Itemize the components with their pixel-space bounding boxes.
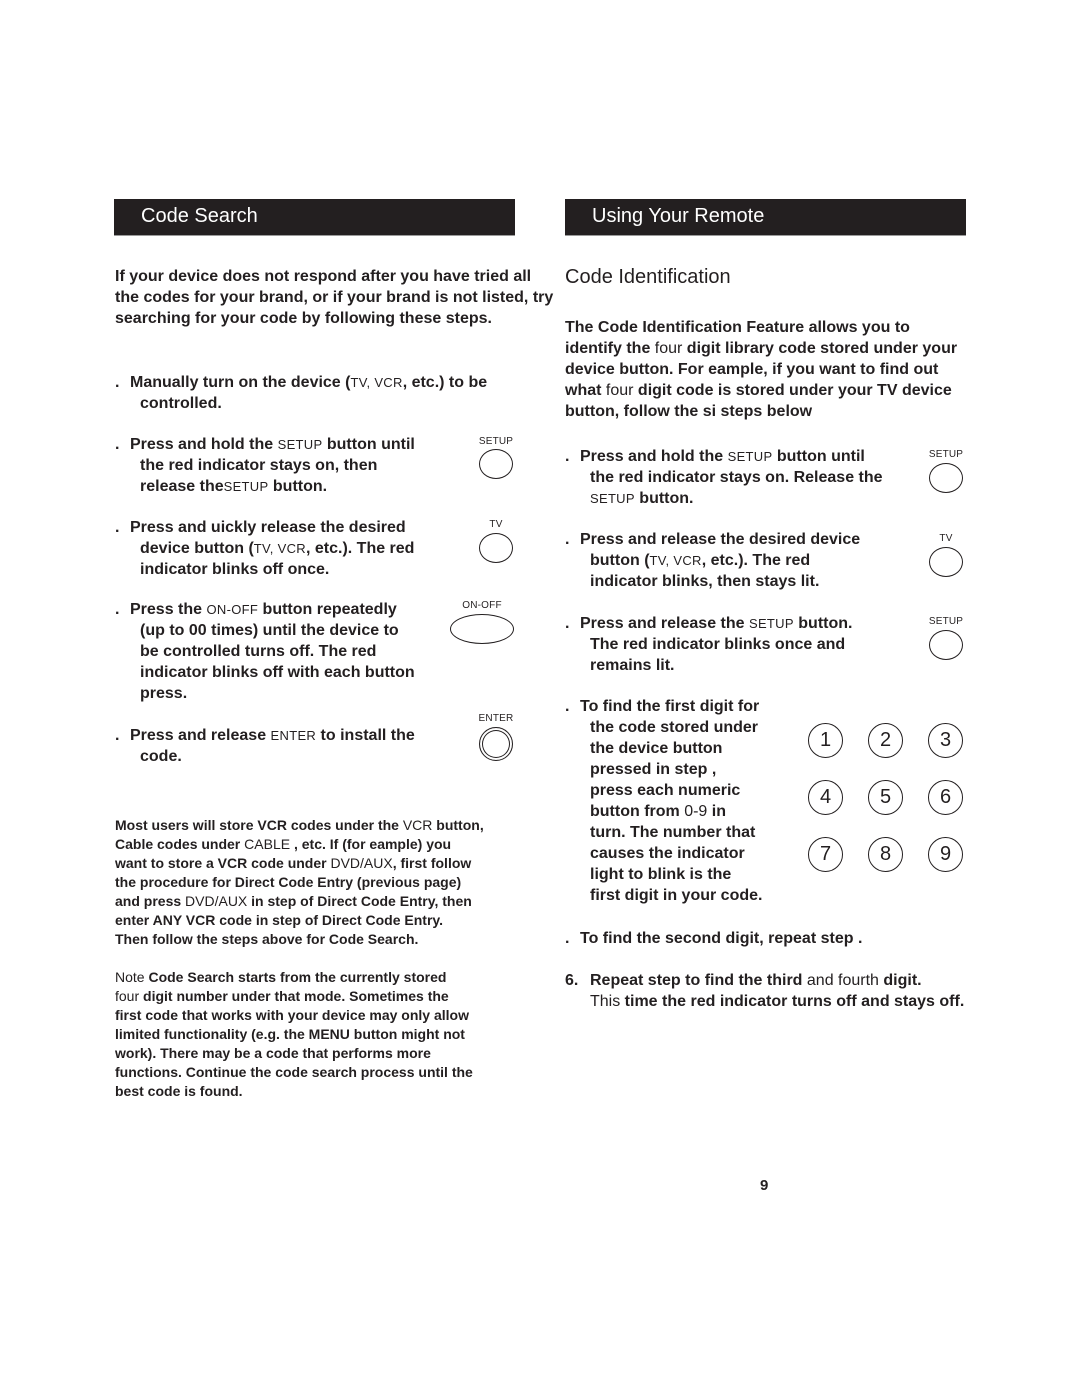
key-2-icon: 2 [868, 723, 903, 758]
on-off-button-illustration: ON-OFF [446, 600, 518, 644]
identify-step-6: 6. Repeat step to find the third and fou… [565, 972, 965, 1010]
identify-step-4: . To find the first digit for the code s… [565, 698, 763, 904]
key-4-icon: 4 [808, 780, 843, 815]
identify-step-1: . Press and hold the SETUP button until … [565, 448, 883, 507]
tv-button-illustration: TV [470, 519, 522, 563]
setup-button-icon [929, 463, 963, 493]
tv-button-icon [479, 533, 513, 563]
key-3-icon: 3 [928, 723, 963, 758]
setup-button-icon [929, 630, 963, 660]
search-step-1: . Manually turn on the device (TV, VCR, … [115, 374, 488, 412]
storage-paragraph: Most users will store VCR codes under th… [115, 817, 484, 947]
identify-step-2: . Press and release the desired device b… [565, 531, 861, 590]
key-1-icon: 1 [808, 723, 843, 758]
identify-step-3: . Press and release the SETUP button. Th… [565, 615, 853, 674]
tv-button-illustration: TV [920, 533, 972, 577]
identify-step-5: . To find the second digit, repeat step … [565, 930, 863, 947]
code-identification-heading: Code Identification [565, 266, 731, 288]
key-9-icon: 9 [928, 837, 963, 872]
code-identification-intro: The Code Identification Feature allows y… [565, 319, 958, 420]
enter-button-illustration: ENTER [470, 713, 522, 761]
key-6-icon: 6 [928, 780, 963, 815]
setup-button-icon [479, 449, 513, 479]
key-8-icon: 8 [868, 837, 903, 872]
key-5-icon: 5 [868, 780, 903, 815]
search-step-5: . Press and release ENTER to install the… [115, 727, 415, 765]
using-remote-title: Using Your Remote [592, 205, 765, 227]
note-paragraph: Note Code Search starts from the current… [115, 969, 473, 1099]
setup-button-illustration: SETUP [920, 616, 972, 660]
using-remote-header-bar: Using Your Remote [565, 199, 966, 235]
code-search-title: Code Search [141, 205, 258, 227]
search-step-2: . Press and hold the SETUP button until … [115, 436, 415, 495]
search-step-3: . Press and uickly release the desired d… [115, 519, 415, 578]
numeric-keypad-illustration: 1 2 3 4 5 6 7 8 9 [808, 723, 968, 873]
enter-button-icon [479, 727, 513, 761]
key-7-icon: 7 [808, 837, 843, 872]
tv-button-icon [929, 547, 963, 577]
setup-button-illustration: SETUP [470, 436, 522, 479]
on-off-button-icon [450, 614, 514, 644]
search-step-4: . Press the ON-OFF button repeatedly (up… [115, 601, 415, 702]
code-search-intro: If your device does not respond after yo… [115, 268, 554, 327]
code-search-header-bar: Code Search [114, 199, 515, 235]
page-number: 9 [760, 1177, 769, 1194]
setup-button-illustration: SETUP [920, 449, 972, 493]
